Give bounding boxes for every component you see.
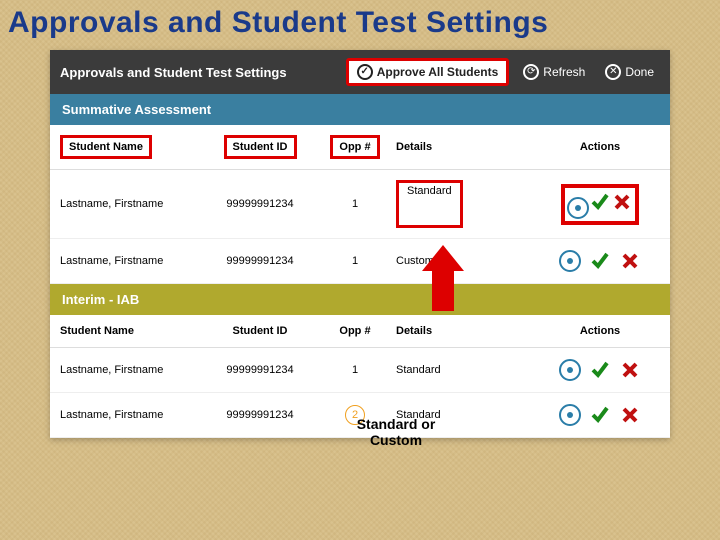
table-row: Lastname, Firstname999999912341Custom — [50, 239, 670, 284]
done-label: Done — [625, 65, 654, 79]
cell-opp: 1 — [320, 255, 390, 267]
view-details-button[interactable] — [559, 404, 581, 426]
cell-name: Lastname, Firstname — [60, 409, 200, 421]
eye-icon — [559, 359, 581, 381]
col-id: Student ID — [200, 135, 320, 159]
column-headers: Student NameStudent IDOpp #DetailsAction… — [50, 125, 670, 170]
cell-details: Standard — [390, 364, 520, 376]
cell-name: Lastname, Firstname — [60, 198, 200, 210]
done-button[interactable]: ✕ Done — [599, 62, 660, 82]
view-details-button[interactable] — [567, 202, 589, 214]
refresh-button[interactable]: ⟳ Refresh — [517, 62, 591, 82]
eye-icon — [559, 250, 581, 272]
check-icon: ✓ — [357, 64, 373, 80]
section-header-interim: Interim - IAB — [50, 284, 670, 315]
col-name: Student Name — [60, 325, 200, 337]
cell-id: 99999991234 — [200, 364, 320, 376]
approve-button[interactable] — [589, 403, 611, 427]
panel-title: Approvals and Student Test Settings — [60, 65, 338, 80]
close-icon: ✕ — [605, 64, 621, 80]
view-details-button[interactable] — [559, 250, 581, 272]
view-details-button[interactable] — [559, 359, 581, 381]
col-actions: Actions — [520, 141, 680, 153]
deny-icon — [619, 404, 641, 426]
deny-button[interactable] — [611, 202, 633, 214]
refresh-icon: ⟳ — [523, 64, 539, 80]
column-headers: Student NameStudent IDOpp #DetailsAction… — [50, 315, 670, 348]
deny-button[interactable] — [619, 250, 641, 273]
section-header-summative: Summative Assessment — [50, 94, 670, 125]
col-name: Student Name — [60, 135, 200, 159]
deny-icon — [619, 250, 641, 272]
approve-icon — [589, 190, 611, 212]
cell-actions — [520, 358, 680, 382]
cell-id: 99999991234 — [200, 409, 320, 421]
cell-actions — [520, 184, 680, 225]
eye-icon — [559, 404, 581, 426]
col-opp: Opp # — [320, 325, 390, 337]
cell-name: Lastname, Firstname — [60, 255, 200, 267]
col-details: Details — [390, 325, 520, 337]
approve-icon — [589, 403, 611, 425]
cell-actions — [520, 403, 680, 427]
callout-text: Standard or Custom — [348, 416, 444, 448]
deny-button[interactable] — [619, 404, 641, 427]
approve-all-button[interactable]: ✓ Approve All Students — [346, 58, 510, 86]
cell-actions — [520, 249, 680, 273]
toolbar: Approvals and Student Test Settings ✓ Ap… — [50, 50, 670, 94]
cell-opp: 1 — [320, 364, 390, 376]
deny-button[interactable] — [619, 359, 641, 382]
col-opp: Opp # — [320, 135, 390, 159]
actions-highlight — [561, 184, 639, 225]
eye-icon — [567, 197, 589, 219]
approve-button[interactable] — [589, 249, 611, 273]
col-details: Details — [390, 141, 520, 153]
refresh-label: Refresh — [543, 65, 585, 79]
slide-title: Approvals and Student Test Settings — [0, 0, 720, 50]
col-id: Student ID — [200, 325, 320, 337]
cell-id: 99999991234 — [200, 198, 320, 210]
deny-icon — [611, 191, 633, 213]
col-actions: Actions — [520, 325, 680, 337]
table-row: Lastname, Firstname999999912341Standard — [50, 348, 670, 393]
approve-button[interactable] — [589, 202, 611, 214]
annotation-arrow — [422, 245, 464, 307]
approve-icon — [589, 249, 611, 271]
details-highlight: Standard — [396, 180, 463, 228]
approve-all-label: Approve All Students — [377, 65, 499, 79]
approvals-panel: Approvals and Student Test Settings ✓ Ap… — [50, 50, 670, 438]
cell-details: Standard — [390, 180, 520, 228]
cell-name: Lastname, Firstname — [60, 364, 200, 376]
cell-opp: 1 — [320, 198, 390, 210]
table-row: Lastname, Firstname999999912341 Standard — [50, 170, 670, 239]
cell-id: 99999991234 — [200, 255, 320, 267]
approve-button[interactable] — [589, 358, 611, 382]
deny-icon — [619, 359, 641, 381]
approve-icon — [589, 358, 611, 380]
